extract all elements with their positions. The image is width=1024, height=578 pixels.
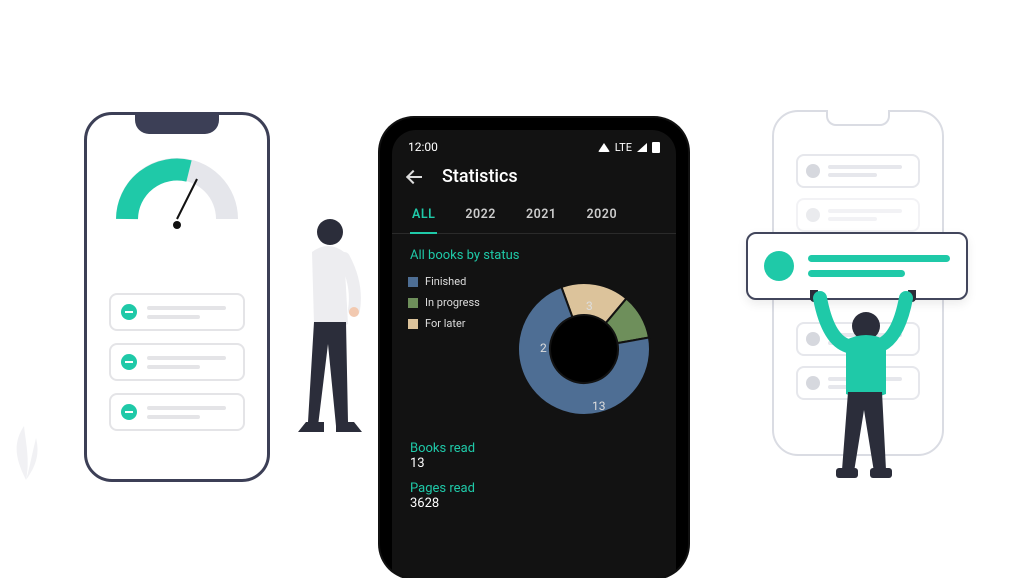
chart-area: Finished In progress For later 3 2 13 [392, 269, 676, 435]
chart-legend: Finished In progress For later [408, 269, 494, 429]
status-bar: 12:00 LTE [392, 130, 676, 158]
person-walking-icon [284, 214, 374, 474]
minus-circle-icon [121, 304, 137, 320]
page-title: Statistics [442, 166, 518, 187]
decorative-list-item [796, 198, 920, 232]
section-title: All books by status [392, 234, 676, 269]
tab-all[interactable]: ALL [410, 201, 437, 234]
back-arrow-icon[interactable] [406, 168, 424, 186]
legend-swatch-icon [408, 277, 418, 287]
avatar-placeholder-icon [764, 251, 794, 281]
legend-item-in-progress: In progress [408, 296, 494, 309]
legend-label: Finished [425, 275, 466, 288]
person-holding-icon [808, 290, 918, 480]
donut-slice-value: 2 [540, 341, 547, 355]
app-bar: Statistics [392, 158, 676, 197]
wifi-icon [598, 143, 610, 152]
legend-item-finished: Finished [408, 275, 494, 288]
donut-slice-value: 3 [586, 299, 593, 313]
stat-label-pages-read: Pages read [392, 475, 676, 496]
legend-item-for-later: For later [408, 317, 494, 330]
tab-2022[interactable]: 2022 [463, 201, 498, 233]
battery-icon [652, 142, 660, 153]
phone-frame: 12:00 LTE Statistics ALL 2022 2021 2020 … [380, 118, 688, 578]
legend-label: In progress [425, 296, 480, 309]
plant-icon [6, 420, 46, 480]
legend-swatch-icon [408, 298, 418, 308]
status-network-label: LTE [615, 141, 632, 154]
stat-label-books-read: Books read [392, 435, 676, 456]
stat-value-books-read: 13 [392, 456, 676, 475]
decorative-list-item [109, 393, 245, 431]
minus-circle-icon [121, 404, 137, 420]
legend-label: For later [425, 317, 466, 330]
legend-swatch-icon [408, 319, 418, 329]
phone-notch [826, 110, 890, 126]
tab-2021[interactable]: 2021 [524, 201, 559, 233]
stat-value-pages-read: 3628 [392, 496, 676, 515]
donut-chart: 3 2 13 [504, 269, 664, 429]
status-time: 12:00 [408, 140, 438, 154]
gauge-pivot-icon [173, 221, 181, 229]
decorative-phone-left [84, 112, 270, 482]
tab-bar: ALL 2022 2021 2020 [392, 197, 676, 234]
gauge-icon [115, 155, 239, 227]
decorative-list-item [109, 343, 245, 381]
signal-icon [637, 143, 647, 152]
app-screen: 12:00 LTE Statistics ALL 2022 2021 2020 … [392, 130, 676, 578]
donut-slice-value: 13 [592, 399, 606, 413]
phone-notch [135, 112, 219, 134]
tab-2020[interactable]: 2020 [585, 201, 620, 233]
decorative-list-item [109, 293, 245, 331]
decorative-list-item [796, 154, 920, 188]
minus-circle-icon [121, 354, 137, 370]
